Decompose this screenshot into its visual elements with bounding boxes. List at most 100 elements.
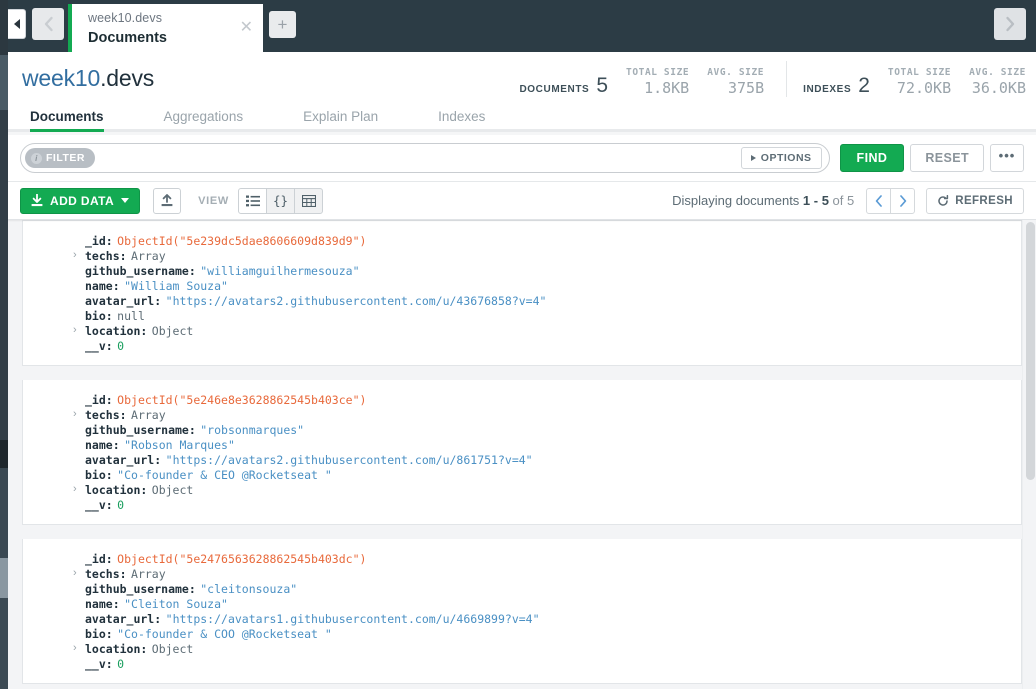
options-button[interactable]: OPTIONS bbox=[740, 147, 822, 169]
documents-list[interactable]: _id: ObjectId("5e239dc5dae8606609d839d9"… bbox=[8, 220, 1036, 689]
field-key: __v bbox=[85, 498, 106, 512]
field-value: ObjectId("5e239dc5dae8606609d839d9") bbox=[117, 234, 367, 248]
documents-avg-size: AVG. SIZE 375B bbox=[707, 66, 764, 98]
field-value: null bbox=[117, 309, 145, 323]
next-page-button[interactable] bbox=[890, 187, 916, 214]
field-value: 0 bbox=[117, 657, 125, 671]
tab-indexes[interactable]: Indexes bbox=[438, 104, 485, 132]
field-key: bio bbox=[85, 627, 106, 641]
field-colon: : bbox=[119, 408, 127, 422]
tab-aggregations[interactable]: Aggregations bbox=[164, 104, 244, 132]
document-card[interactable]: _id: ObjectId("5e2476563628862545b403dc"… bbox=[22, 539, 1022, 684]
chevron-left-icon bbox=[44, 16, 53, 32]
field-colon: : bbox=[105, 339, 113, 353]
mongodb-compass-window: week10.devs Documents ✕ + week10.devs DO… bbox=[0, 0, 1036, 689]
expand-field-icon[interactable]: › bbox=[73, 566, 83, 581]
document-field-row: name: "William Souza" bbox=[85, 278, 1021, 293]
new-tab-button[interactable]: + bbox=[269, 11, 296, 38]
view-label: VIEW bbox=[198, 194, 230, 207]
previous-page-button[interactable] bbox=[866, 187, 892, 214]
document-field-row: avatar_url: "https://avatars1.githubuser… bbox=[85, 611, 1021, 626]
add-data-button[interactable]: ADD DATA bbox=[20, 187, 141, 214]
rail-segment bbox=[0, 110, 8, 440]
sidebar-rail bbox=[0, 0, 8, 689]
documents-scrollbar[interactable] bbox=[1022, 220, 1036, 689]
scrollbar-thumb[interactable] bbox=[1026, 222, 1035, 480]
field-colon: : bbox=[188, 582, 196, 596]
document-card[interactable]: _id: ObjectId("5e239dc5dae8606609d839d9"… bbox=[22, 220, 1022, 366]
filter-input[interactable] bbox=[94, 151, 741, 165]
filter-field[interactable]: i FILTER OPTIONS bbox=[20, 143, 830, 173]
stats-divider bbox=[786, 61, 788, 97]
document-card[interactable]: _id: ObjectId("5e246e8e3628862545b403ce"… bbox=[22, 380, 1022, 525]
document-field-row: › location: Object bbox=[73, 323, 1021, 338]
field-key: avatar_url bbox=[85, 294, 155, 308]
document-field-row: › location: Object bbox=[73, 482, 1021, 497]
field-colon: : bbox=[105, 234, 113, 248]
expand-field-icon[interactable]: › bbox=[73, 482, 83, 497]
field-key: name bbox=[85, 597, 113, 611]
documents-avg-size-value: 375B bbox=[727, 79, 765, 97]
reset-button[interactable]: RESET bbox=[910, 144, 984, 172]
document-field-row: github_username: "cleitonsouza" bbox=[85, 581, 1021, 596]
document-field-row: __v: 0 bbox=[85, 497, 1021, 512]
rail-segment bbox=[0, 558, 8, 598]
field-value: Object bbox=[151, 483, 194, 497]
export-icon bbox=[161, 194, 173, 207]
expand-field-icon[interactable]: › bbox=[73, 248, 83, 263]
chevron-right-icon bbox=[1005, 16, 1014, 32]
expand-field-icon[interactable]: › bbox=[73, 323, 83, 338]
document-field-row: name: "Robson Marques" bbox=[85, 437, 1021, 452]
documents-stat: DOCUMENTS 5 bbox=[519, 74, 608, 98]
nav-forward-button[interactable] bbox=[994, 8, 1026, 40]
documents-stat-label: DOCUMENTS bbox=[519, 84, 590, 95]
find-button[interactable]: FIND bbox=[839, 144, 905, 172]
info-icon: i bbox=[31, 152, 42, 164]
field-key: location bbox=[85, 324, 141, 338]
rail-segment bbox=[0, 0, 8, 55]
field-value: "https://avatars2.githubusercontent.com/… bbox=[165, 453, 533, 467]
table-icon bbox=[301, 194, 316, 207]
table-view-button[interactable] bbox=[294, 187, 324, 214]
more-options-button[interactable]: ••• bbox=[990, 144, 1024, 172]
field-colon: : bbox=[112, 438, 120, 452]
field-value: 0 bbox=[117, 339, 125, 353]
collection-tab-week10-devs[interactable]: week10.devs Documents ✕ bbox=[68, 4, 263, 52]
collection-header: week10.devs DOCUMENTS 5 TOTAL SIZE 1.8KB… bbox=[8, 52, 1036, 104]
field-colon: : bbox=[105, 657, 113, 671]
field-key: name bbox=[85, 279, 113, 293]
document-field-row: __v: 0 bbox=[85, 338, 1021, 353]
documents-total-size-label: TOTAL SIZE bbox=[626, 67, 690, 78]
tab-title: Documents bbox=[88, 30, 167, 46]
field-value: "https://avatars1.githubusercontent.com/… bbox=[165, 612, 540, 626]
document-fields: _id: ObjectId("5e246e8e3628862545b403ce"… bbox=[23, 392, 1021, 512]
documents-total-size: TOTAL SIZE 1.8KB bbox=[626, 66, 689, 98]
indexes-total-size-value: 72.0KB bbox=[896, 79, 952, 97]
collection-tabs: Documents Aggregations Explain Plan Indexes bbox=[8, 104, 1036, 132]
field-colon: : bbox=[105, 498, 113, 512]
field-key: techs bbox=[85, 567, 120, 581]
field-value: ObjectId("5e246e8e3628862545b403ce") bbox=[117, 393, 367, 407]
export-collection-button[interactable] bbox=[153, 187, 182, 214]
expand-field-icon[interactable]: › bbox=[73, 641, 83, 656]
list-icon bbox=[245, 195, 260, 206]
tab-documents[interactable]: Documents bbox=[30, 104, 104, 132]
documents-stat-count: 5 bbox=[596, 74, 609, 97]
list-view-button[interactable] bbox=[238, 187, 268, 214]
pagination-controls bbox=[866, 187, 916, 214]
field-key: _id bbox=[85, 393, 106, 407]
field-key: __v bbox=[85, 657, 106, 671]
nav-back-button[interactable] bbox=[32, 8, 64, 40]
field-value: Object bbox=[151, 324, 194, 338]
refresh-button[interactable]: REFRESH bbox=[926, 187, 1024, 214]
field-key: avatar_url bbox=[85, 453, 155, 467]
expand-field-icon[interactable]: › bbox=[73, 407, 83, 422]
field-value: "https://avatars2.githubusercontent.com/… bbox=[165, 294, 547, 308]
json-view-button[interactable]: {} bbox=[266, 187, 296, 214]
tab-explain-plan[interactable]: Explain Plan bbox=[303, 104, 378, 132]
indexes-stat-count: 2 bbox=[858, 74, 870, 97]
document-field-row: github_username: "robsonmarques" bbox=[85, 422, 1021, 437]
close-icon[interactable]: ✕ bbox=[240, 20, 253, 36]
indexes-stat-label: INDEXES bbox=[803, 84, 852, 95]
sidebar-collapse-button[interactable] bbox=[8, 9, 26, 39]
